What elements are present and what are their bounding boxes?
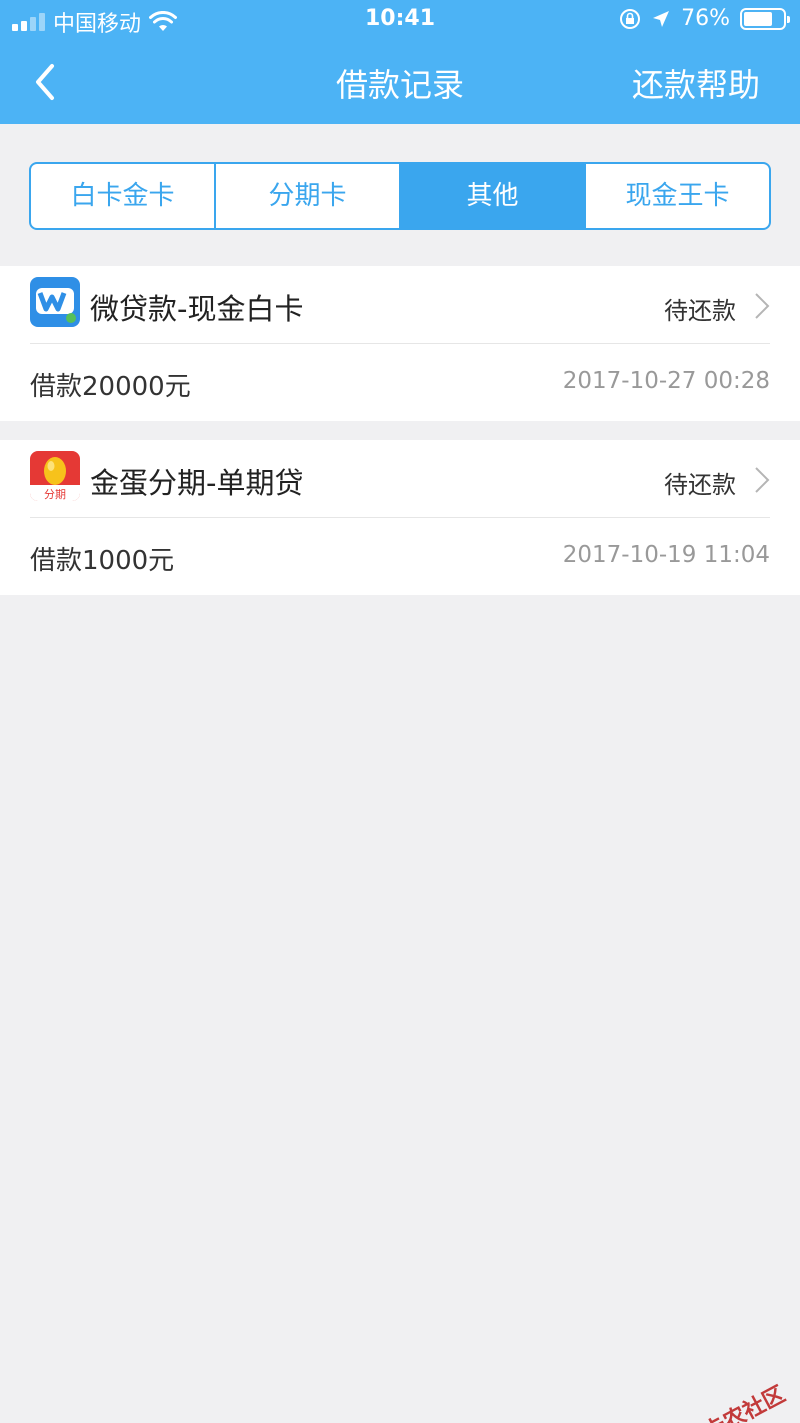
loan-amount: 借款20000元	[30, 372, 191, 402]
loan-record-card[interactable]: 微贷款-现金白卡 待还款 借款20000元 2017-10-27 00:28	[0, 266, 800, 421]
battery-icon	[740, 7, 790, 30]
chevron-right-icon	[755, 467, 770, 493]
battery-percent: 76%	[681, 6, 730, 31]
loan-date: 2017-10-27 00:28	[562, 368, 770, 394]
repayment-help-button[interactable]: 还款帮助	[632, 60, 760, 106]
loan-amount: 借款1000元	[30, 546, 175, 576]
loan-record-card[interactable]: 分期 金蛋分期-单期贷 待还款 借款1000元 2017-10-19 11:04	[0, 440, 800, 595]
rotation-lock-icon	[620, 8, 641, 29]
product-name: 金蛋分期-单期贷	[90, 466, 304, 500]
tab-other[interactable]: 其他	[401, 164, 586, 228]
tab-fenqika[interactable]: 分期卡	[216, 164, 401, 228]
tab-baika-jinka[interactable]: 白卡金卡	[31, 164, 216, 228]
nav-bar: 借款记录 还款帮助	[0, 40, 800, 124]
product-name: 微贷款-现金白卡	[90, 292, 304, 326]
tab-xianjinwangka[interactable]: 现金王卡	[586, 164, 769, 228]
status-badge: 待还款	[664, 471, 736, 499]
location-arrow-icon	[653, 10, 670, 27]
chevron-right-icon	[755, 293, 770, 319]
loan-date: 2017-10-19 11:04	[562, 542, 770, 568]
category-tabs: 白卡金卡 分期卡 其他 现金王卡	[29, 162, 771, 230]
jindan-logo-icon: 分期	[30, 451, 80, 501]
icon-label: 分期	[44, 488, 66, 501]
header: 中国移动 10:41 76% 借款记录 还款帮助	[0, 0, 800, 124]
watermark: 卡农社区	[700, 1382, 790, 1423]
status-badge: 待还款	[664, 297, 736, 325]
weidai-logo-icon	[30, 277, 80, 327]
status-bar: 中国移动 10:41 76%	[0, 0, 800, 40]
